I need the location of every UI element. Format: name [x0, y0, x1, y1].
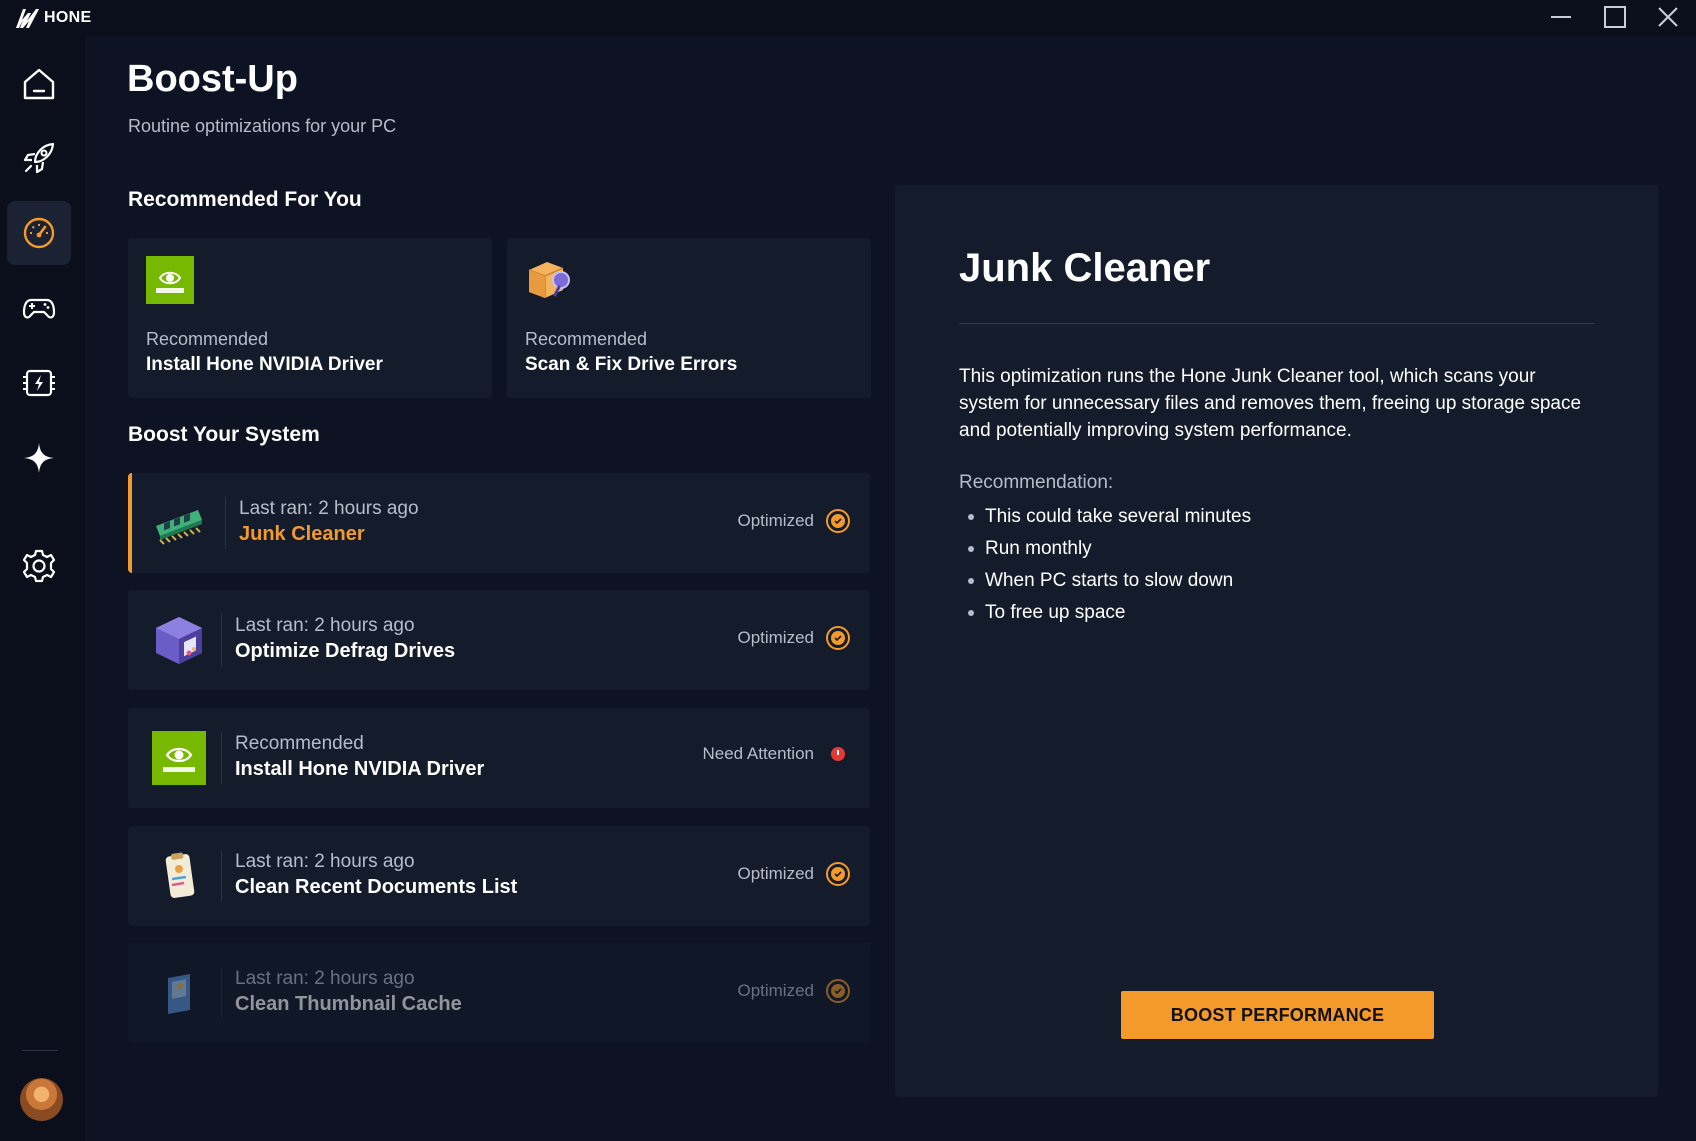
row-subtitle: Last ran: 2 hours ago: [235, 851, 415, 872]
sidebar-item-ai[interactable]: [7, 426, 71, 490]
status-text: Optimized: [737, 511, 814, 530]
recommended-card-label: Recommended: [525, 329, 648, 349]
checkmark-icon: [826, 509, 850, 533]
defrag-cube-icon: [156, 617, 202, 664]
detail-panel: Junk Cleaner This optimization runs the …: [895, 185, 1658, 1097]
recommended-card-nvidia[interactable]: Recommended Install Hone NVIDIA Driver: [128, 238, 492, 398]
recommendation-item: This could take several minutes: [959, 501, 1251, 533]
gamepad-icon: [22, 298, 56, 319]
recommended-section-title: Recommended For You: [128, 188, 362, 211]
user-avatar[interactable]: [20, 1078, 63, 1121]
row-title: Clean Thumbnail Cache: [235, 993, 462, 1015]
detail-divider: [959, 323, 1595, 324]
rocket-icon: [23, 142, 55, 174]
thumbnail-icon: [168, 974, 190, 1014]
row-subtitle: Last ran: 2 hours ago: [239, 498, 419, 519]
sparkle-icon: [24, 443, 54, 473]
hone-logo-icon: [16, 9, 39, 28]
row-separator: [221, 732, 222, 784]
home-icon: [23, 68, 55, 100]
boost-row-recent-documents[interactable]: Last ran: 2 hours ago Clean Recent Docum…: [128, 826, 870, 926]
boost-row-thumbnail-cache[interactable]: Last ran: 2 hours ago Clean Thumbnail Ca…: [128, 943, 870, 1043]
app-name: HONE: [44, 9, 92, 26]
boost-row-nvidia-driver[interactable]: Recommended Install Hone NVIDIA Driver N…: [128, 708, 870, 808]
recommended-card-drive[interactable]: Recommended Scan & Fix Drive Errors: [507, 238, 871, 398]
status-text: Optimized: [737, 864, 814, 883]
boost-performance-button[interactable]: BOOST PERFORMANCE: [1121, 991, 1434, 1039]
status-text: Optimized: [737, 981, 814, 1000]
row-status: Optimized: [737, 626, 850, 650]
row-subtitle: Last ran: 2 hours ago: [235, 615, 415, 636]
close-icon: [1658, 7, 1678, 27]
recommendation-item: To free up space: [959, 597, 1251, 629]
maximize-button[interactable]: [1589, 0, 1641, 34]
recommendation-label: Recommendation:: [959, 472, 1114, 493]
maximize-icon: [1604, 6, 1626, 28]
row-separator: [221, 967, 222, 1019]
row-status: Need Attention: [702, 744, 850, 764]
alert-icon: [831, 747, 845, 761]
checkmark-icon: [826, 862, 850, 886]
sidebar-item-home[interactable]: [7, 52, 71, 116]
row-subtitle: Recommended: [235, 733, 364, 754]
minimize-button[interactable]: [1535, 0, 1587, 34]
status-text: Need Attention: [702, 744, 814, 763]
row-separator: [221, 850, 222, 902]
sidebar-item-boost[interactable]: [7, 126, 71, 190]
sidebar-item-games[interactable]: [7, 276, 71, 340]
detail-description: This optimization runs the Hone Junk Cle…: [959, 366, 1582, 441]
recommended-card-title: Scan & Fix Drive Errors: [525, 354, 738, 375]
row-subtitle: Last ran: 2 hours ago: [235, 968, 415, 989]
gear-icon: [22, 549, 56, 583]
row-title: Junk Cleaner: [239, 523, 365, 545]
boost-row-junk-cleaner[interactable]: Last ran: 2 hours ago Junk Cleaner Optim…: [128, 473, 870, 573]
checkmark-icon: [826, 626, 850, 650]
sidebar-item-speed[interactable]: [7, 201, 71, 265]
status-text: Optimized: [737, 628, 814, 647]
recommendation-item: Run monthly: [959, 533, 1251, 565]
nvidia-icon: [152, 731, 206, 785]
ram-icon: [156, 510, 202, 545]
sidebar-item-settings[interactable]: [7, 534, 71, 598]
row-status: Optimized: [737, 979, 850, 1003]
cpu-bolt-icon: [23, 369, 55, 397]
recommendation-item: When PC starts to slow down: [959, 565, 1251, 597]
row-status: Optimized: [737, 862, 850, 886]
row-status: Optimized: [737, 509, 850, 533]
drive-scan-icon: [528, 262, 570, 298]
nvidia-icon: [146, 256, 194, 304]
sidebar-divider: [22, 1050, 58, 1051]
title-bar: HONE: [0, 0, 1696, 36]
recommendation-list: This could take several minutes Run mont…: [959, 501, 1251, 629]
page-subtitle: Routine optimizations for your PC: [128, 116, 397, 136]
row-title: Install Hone NVIDIA Driver: [235, 758, 485, 780]
row-separator: [221, 614, 222, 666]
page-title: Boost-Up: [127, 58, 298, 100]
boost-section-title: Boost Your System: [128, 423, 320, 446]
speedometer-icon: [23, 217, 55, 249]
recommended-card-label: Recommended: [146, 329, 269, 349]
minimize-icon: [1551, 16, 1571, 18]
sidebar-item-hardware[interactable]: [7, 351, 71, 415]
row-title: Optimize Defrag Drives: [235, 640, 456, 662]
checkmark-icon: [826, 979, 850, 1003]
close-button[interactable]: [1642, 0, 1694, 34]
sidebar: [0, 36, 85, 1141]
row-title: Clean Recent Documents List: [235, 876, 518, 898]
boost-row-defrag[interactable]: Last ran: 2 hours ago Optimize Defrag Dr…: [128, 590, 870, 690]
documents-icon: [165, 852, 195, 898]
recommended-card-title: Install Hone NVIDIA Driver: [146, 354, 383, 375]
app-logo: HONE: [14, 6, 91, 30]
detail-title: Junk Cleaner: [959, 246, 1211, 290]
row-separator: [225, 497, 226, 549]
